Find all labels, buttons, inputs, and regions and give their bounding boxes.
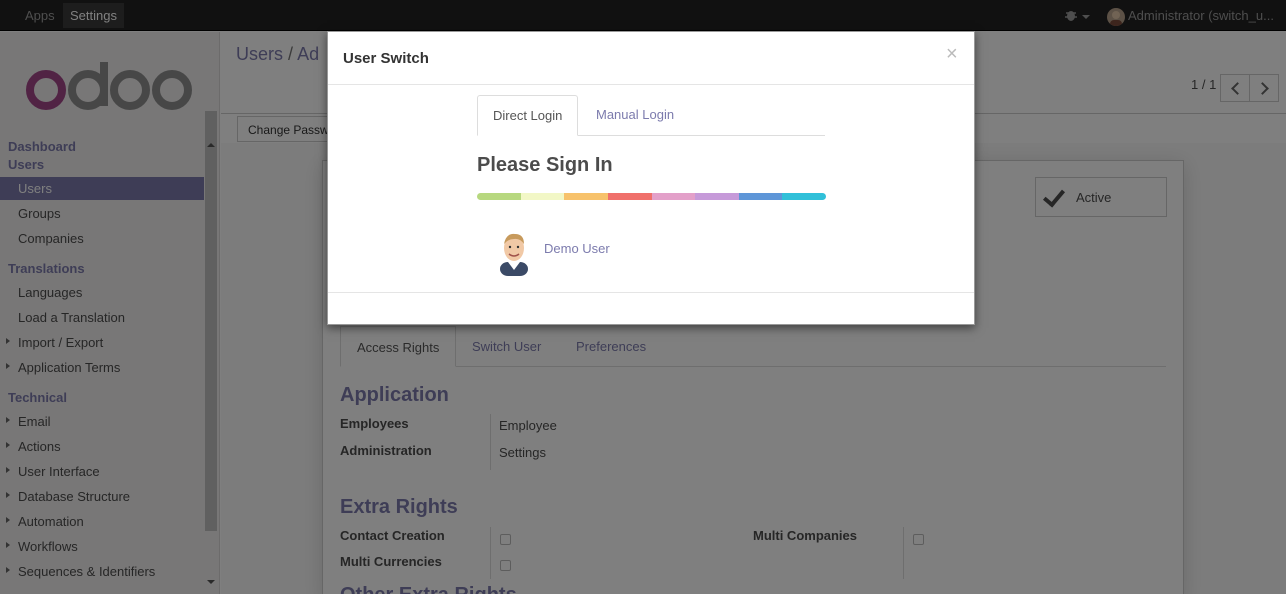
rainbow-segment: [782, 193, 826, 200]
rainbow-segment: [695, 193, 739, 200]
rainbow-segment: [651, 193, 696, 200]
sign-in-heading: Please Sign In: [477, 154, 613, 176]
rainbow-segment: [520, 193, 565, 200]
demo-user-name[interactable]: Demo User: [544, 241, 610, 256]
demo-user-avatar[interactable]: [496, 228, 532, 276]
login-tabs: Direct Login Manual Login: [477, 95, 825, 136]
rainbow-segment: [564, 193, 608, 200]
modal-footer-divider: [328, 292, 974, 293]
modal-title: User Switch: [343, 50, 429, 67]
modal-header: User Switch ×: [328, 32, 974, 85]
tab-direct-login[interactable]: Direct Login: [477, 95, 579, 136]
tab-manual-login[interactable]: Manual Login: [581, 95, 689, 136]
user-switch-dialog: User Switch × Direct Login Manual Login …: [327, 31, 975, 325]
rainbow-bar: [477, 193, 826, 200]
close-icon[interactable]: ×: [946, 44, 958, 64]
rainbow-segment: [607, 193, 652, 200]
rainbow-segment: [738, 193, 783, 200]
rainbow-segment: [477, 193, 521, 200]
